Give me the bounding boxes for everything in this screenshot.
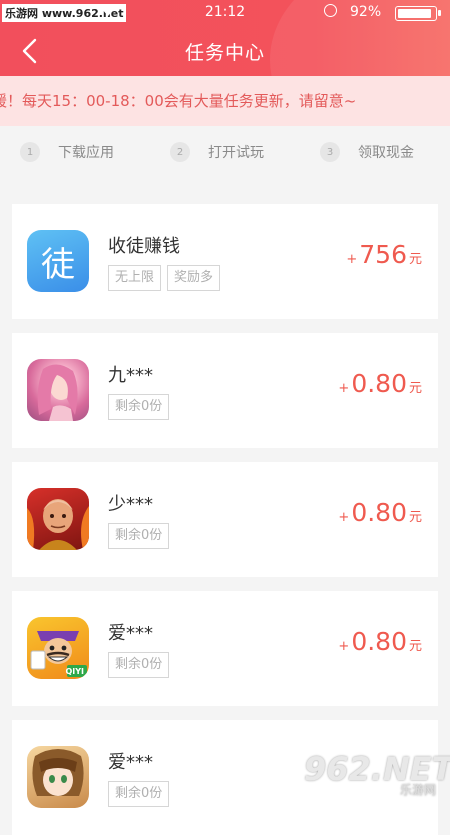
task-card-game[interactable]: 少*** 剩余0份 + 0.80 元 <box>12 462 438 577</box>
battery-fill <box>398 9 432 18</box>
reward-amount: 0.80 <box>351 498 407 527</box>
rotation-lock-icon <box>324 4 337 17</box>
reward-unit: 元 <box>408 252 422 267</box>
task-reward: + 0.80 元 <box>338 369 422 398</box>
task-tag: 剩余0份 <box>108 652 170 678</box>
step-label: 打开试玩 <box>208 145 264 161</box>
task-tags: 剩余0份 <box>108 652 170 678</box>
task-tag: 剩余0份 <box>108 781 170 807</box>
step-number: 1 <box>20 142 40 162</box>
task-tags: 剩余0份 <box>108 781 170 807</box>
step-download: 1 下载应用 <box>20 140 114 164</box>
task-card-game[interactable]: 九*** 剩余0份 + 0.80 元 <box>12 333 438 448</box>
step-label: 下载应用 <box>58 145 114 161</box>
task-name: 收徒赚钱 <box>108 236 180 257</box>
qiyi-badge: QIYI <box>65 667 84 676</box>
task-tag: 无上限 <box>108 265 162 291</box>
reward-plus: + <box>338 639 350 654</box>
reward-unit: 元 <box>408 381 422 396</box>
girl-artwork <box>32 749 84 796</box>
battery-icon <box>395 6 441 21</box>
apprentice-icon: 徒 <box>27 230 89 292</box>
task-name: 少*** <box>108 494 153 515</box>
task-tag: 剩余0份 <box>108 394 170 420</box>
reward-unit: 元 <box>408 639 422 654</box>
steps-bar: 1 下载应用 2 打开试玩 3 领取现金 <box>0 126 450 178</box>
reward-plus: + <box>346 252 358 267</box>
apprentice-icon-text: 徒 <box>41 244 75 285</box>
task-reward: + 756 元 <box>346 240 422 269</box>
task-tag: 剩余0份 <box>108 523 170 549</box>
reward-amount: 0.80 <box>351 627 407 656</box>
header-bar: 乐游网 www.962.net 21:12 92% 任务中心 <box>0 0 450 76</box>
step-open: 2 打开试玩 <box>170 140 264 164</box>
task-name: 爱*** <box>108 623 153 644</box>
status-time: 21:12 <box>204 4 246 20</box>
step-number: 2 <box>170 142 190 162</box>
watermark-sub-text: 乐游网 <box>399 783 436 797</box>
reward-plus: + <box>338 510 350 525</box>
task-tags: 无上限 奖励多 <box>108 265 221 291</box>
game-fairy-icon <box>27 359 89 421</box>
notice-banner: 暖！每天15：00-18：00会有大量任务更新，请留意~ <box>0 76 450 126</box>
step-claim: 3 领取现金 <box>320 140 414 164</box>
page-title: 任务中心 <box>184 42 265 64</box>
task-tags: 剩余0份 <box>108 394 170 420</box>
task-reward: + 0.80 元 <box>338 627 422 656</box>
reward-amount: 756 <box>359 240 407 269</box>
task-reward: + 0.80 元 <box>338 498 422 527</box>
step-number: 3 <box>320 142 340 162</box>
game-monk-icon <box>27 488 89 550</box>
task-card-apprentice[interactable]: 徒 收徒赚钱 无上限 奖励多 + 756 元 <box>12 204 438 319</box>
reward-unit: 元 <box>408 510 422 525</box>
status-bar: 乐游网 www.962.net 21:12 92% <box>0 0 450 26</box>
task-name: 九*** <box>108 365 153 386</box>
task-tag: 奖励多 <box>167 265 221 291</box>
fairy-artwork <box>37 364 78 421</box>
task-tags: 剩余0份 <box>108 523 170 549</box>
monk-artwork <box>27 499 89 550</box>
game-girl-icon <box>27 746 89 808</box>
task-name: 爱*** <box>108 752 153 773</box>
task-card-game[interactable]: QIYI 爱*** 剩余0份 + 0.80 元 <box>12 591 438 706</box>
site-watermark-logo: 962.NET 乐游网 <box>304 750 450 797</box>
notice-text: 暖！每天15：00-18：00会有大量任务更新，请留意~ <box>0 92 357 110</box>
reward-plus: + <box>338 381 350 396</box>
step-label: 领取现金 <box>358 145 414 161</box>
game-mahjong-icon: QIYI <box>27 617 89 679</box>
reward-amount: 0.80 <box>351 369 407 398</box>
battery-percent: 92% <box>350 4 382 20</box>
